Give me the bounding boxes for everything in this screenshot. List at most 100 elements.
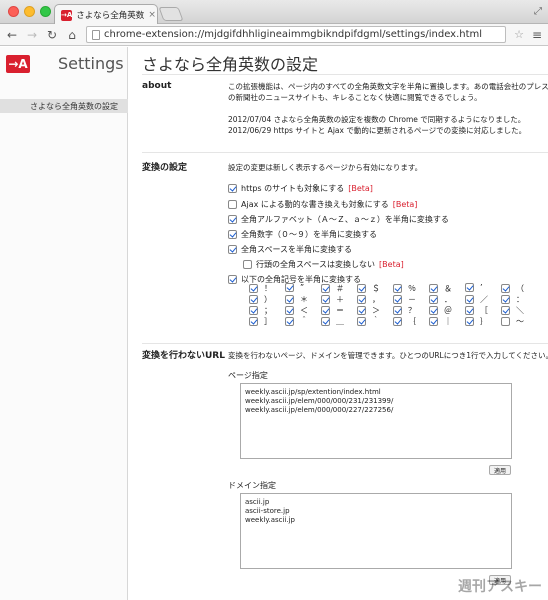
symbol-option[interactable]: ＃ (321, 283, 344, 294)
checkbox[interactable] (249, 306, 258, 315)
checkbox[interactable] (465, 306, 474, 315)
checkbox[interactable] (285, 306, 294, 315)
symbol-label: ’ (480, 283, 483, 292)
symbol-option[interactable]: ＞ (357, 305, 380, 316)
checkbox[interactable] (357, 306, 366, 315)
symbol-option[interactable]: ． (429, 294, 452, 305)
address-bar[interactable]: chrome-extension://mjdgifdhhligineaimmgb… (86, 26, 507, 43)
checkbox[interactable] (501, 317, 510, 326)
symbol-option[interactable]: ｀ (357, 316, 380, 327)
option-alphabet[interactable]: 全角アルファベット（Ａ〜Ｚ、ａ〜ｚ）を半角に変換する (228, 214, 449, 225)
checkbox[interactable] (429, 317, 438, 326)
symbol-option[interactable]: ” (285, 283, 304, 292)
symbol-option[interactable]: ＄ (357, 283, 380, 294)
option-space[interactable]: 全角スペースを半角に変換する (228, 244, 352, 255)
checkbox[interactable] (228, 215, 237, 224)
symbol-option[interactable]: ｝ (465, 316, 488, 327)
checkbox[interactable] (501, 306, 510, 315)
option-https[interactable]: https のサイトも対象にする [Beta] (228, 183, 373, 194)
sidebar-item-settings[interactable]: さよなら全角英数の設定 (0, 99, 128, 113)
symbol-option[interactable]: ） (249, 294, 272, 305)
checkbox[interactable] (321, 284, 330, 293)
symbol-option[interactable]: ＆ (429, 283, 452, 294)
symbol-option[interactable]: ＋ (321, 294, 344, 305)
checkbox[interactable] (285, 295, 294, 304)
checkbox[interactable] (501, 284, 510, 293)
symbol-option[interactable]: － (393, 294, 416, 305)
symbol-option[interactable]: ＜ (285, 305, 308, 316)
symbol-option[interactable]: （ (501, 283, 524, 294)
symbol-option[interactable]: ＼ (501, 305, 524, 316)
checkbox[interactable] (243, 260, 252, 269)
window-minimize-button[interactable] (24, 6, 35, 17)
checkbox[interactable] (429, 306, 438, 315)
checkbox[interactable] (321, 306, 330, 315)
window-zoom-button[interactable] (40, 6, 51, 17)
window-close-button[interactable] (8, 6, 19, 17)
option-digits[interactable]: 全角数字（０〜９）を半角に変換する (228, 229, 377, 240)
back-icon[interactable]: ← (6, 28, 18, 42)
checkbox[interactable] (321, 295, 330, 304)
checkbox[interactable] (249, 317, 258, 326)
checkbox[interactable] (465, 317, 474, 326)
symbol-option[interactable]: ’ (465, 283, 483, 292)
checkbox[interactable] (285, 283, 294, 292)
checkbox[interactable] (393, 306, 402, 315)
symbol-option[interactable]: ～ (501, 316, 524, 327)
checkbox[interactable] (249, 284, 258, 293)
symbol-label: （ (516, 284, 524, 293)
home-icon[interactable]: ⌂ (66, 28, 78, 42)
symbol-option[interactable]: ｜ (429, 316, 452, 327)
page-title: さよなら全角英数の設定 (142, 55, 319, 74)
checkbox[interactable] (357, 295, 366, 304)
option-leading-space[interactable]: 行頭の全角スペースは変換しない [Beta] (243, 259, 404, 270)
checkbox[interactable] (228, 230, 237, 239)
fullscreen-icon[interactable]: ⤢ (534, 6, 542, 17)
symbol-option[interactable]: ／ (465, 294, 488, 305)
checkbox[interactable] (465, 283, 474, 292)
checkbox[interactable] (393, 295, 402, 304)
checkbox[interactable] (357, 284, 366, 293)
forward-icon[interactable]: → (26, 28, 38, 42)
symbol-option[interactable]: ： (501, 294, 524, 305)
checkbox[interactable] (321, 317, 330, 326)
symbol-option[interactable]: ？ (393, 305, 416, 316)
domain-textarea[interactable]: ascii.jp ascii-store.jp weekly.ascii.jp (240, 493, 512, 569)
symbol-option[interactable]: ＠ (429, 305, 452, 316)
symbol-option[interactable]: ［ (465, 305, 488, 316)
symbol-option[interactable]: ！ (249, 283, 272, 294)
checkbox[interactable] (393, 317, 402, 326)
apply-page-button[interactable]: 適用 (489, 465, 511, 475)
bookmark-star-icon[interactable]: ☆ (514, 28, 524, 41)
checkbox[interactable] (429, 295, 438, 304)
reload-icon[interactable]: ↻ (46, 28, 58, 42)
page-url-textarea[interactable]: weekly.ascii.jp/sp/extention/index.html … (240, 383, 512, 459)
symbol-option[interactable]: ＊ (285, 294, 308, 305)
checkbox[interactable] (228, 200, 237, 209)
symbol-option[interactable]: ＝ (321, 305, 344, 316)
chrome-menu-icon[interactable]: ≡ (532, 28, 542, 42)
tab-close-icon[interactable]: × (148, 10, 156, 20)
checkbox[interactable] (429, 284, 438, 293)
checkbox[interactable] (285, 317, 294, 326)
symbol-label: ＊ (300, 295, 308, 304)
new-tab-button[interactable] (158, 7, 184, 21)
symbol-option[interactable]: ％ (393, 283, 416, 294)
extension-logo: →A (6, 55, 30, 73)
checkbox[interactable] (249, 295, 258, 304)
checkbox[interactable] (228, 275, 237, 284)
checkbox[interactable] (393, 284, 402, 293)
checkbox[interactable] (465, 295, 474, 304)
symbol-option[interactable]: ｛ (393, 316, 416, 327)
symbol-option[interactable]: ＾ (285, 316, 308, 327)
checkbox[interactable] (228, 184, 237, 193)
symbol-option[interactable]: ； (249, 305, 272, 316)
checkbox[interactable] (228, 245, 237, 254)
checkbox[interactable] (501, 295, 510, 304)
symbol-option[interactable]: ， (357, 294, 380, 305)
option-ajax[interactable]: Ajax による動的な書き換えも対象にする [Beta] (228, 199, 417, 210)
browser-tab[interactable]: →A さよなら全角英数 × (54, 4, 158, 25)
checkbox[interactable] (357, 317, 366, 326)
symbol-option[interactable]: ］ (249, 316, 272, 327)
symbol-option[interactable]: ＿ (321, 316, 344, 327)
